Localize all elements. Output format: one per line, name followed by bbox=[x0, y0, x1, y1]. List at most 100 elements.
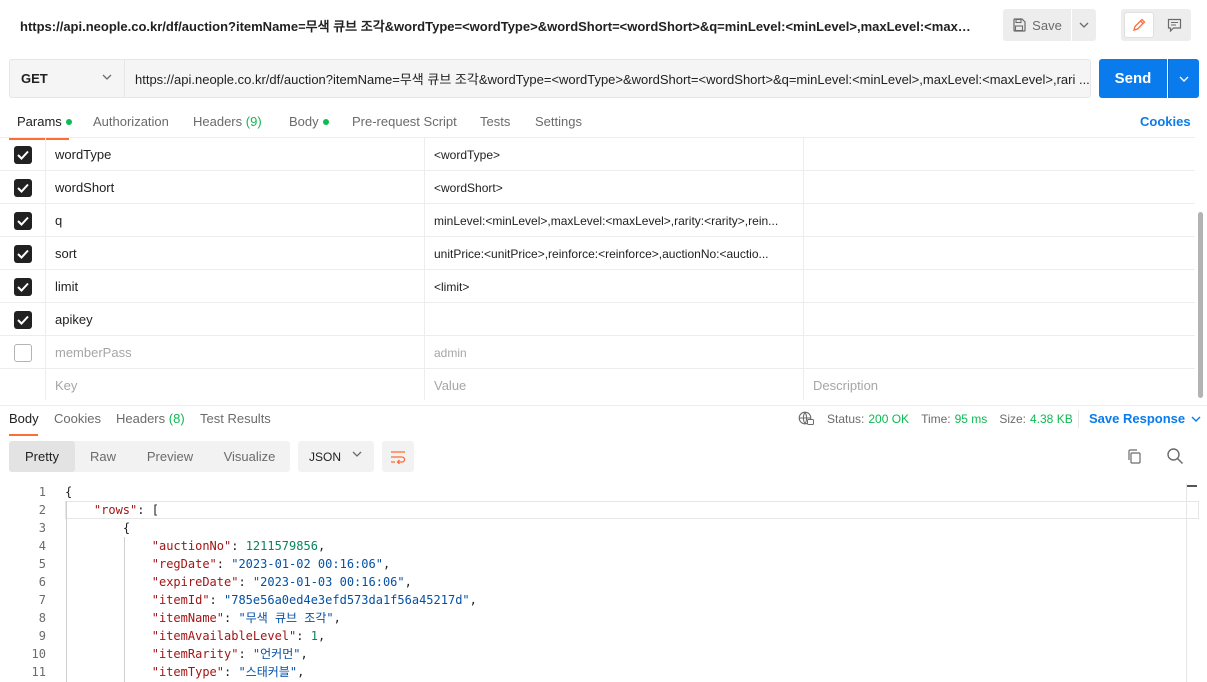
param-description[interactable] bbox=[804, 303, 1195, 336]
param-checkbox[interactable] bbox=[13, 310, 32, 329]
view-mode-toggle bbox=[1121, 9, 1191, 41]
json-string: "스태커블" bbox=[238, 665, 298, 679]
send-button[interactable]: Send bbox=[1099, 59, 1167, 98]
save-options-button[interactable] bbox=[1072, 9, 1096, 41]
comments-button[interactable] bbox=[1159, 12, 1189, 38]
tab-body[interactable]: Body bbox=[289, 114, 329, 129]
param-checkbox[interactable] bbox=[13, 343, 32, 362]
tab-params[interactable]: Params bbox=[17, 114, 72, 129]
globe-icon[interactable] bbox=[798, 411, 815, 426]
param-checkbox[interactable] bbox=[13, 145, 32, 164]
param-row: apikey bbox=[0, 303, 1195, 336]
param-checkbox-cell bbox=[0, 138, 46, 171]
tab-headers[interactable]: Headers (9) bbox=[193, 114, 262, 129]
tab-authorization[interactable]: Authorization bbox=[93, 114, 169, 129]
code-text: "itemAvailableLevel": 1, bbox=[151, 629, 326, 643]
tab-pre-request-script[interactable]: Pre-request Script bbox=[352, 114, 457, 129]
param-row: sort unitPrice:<unitPrice>,reinforce:<rei… bbox=[0, 237, 1195, 270]
wrap-lines-button[interactable] bbox=[382, 441, 414, 472]
param-checkbox-cell bbox=[0, 237, 46, 270]
param-key[interactable]: q bbox=[46, 204, 425, 237]
response-tab-headers[interactable]: Headers (8) bbox=[116, 411, 185, 426]
param-description[interactable] bbox=[804, 204, 1195, 237]
response-tab-cookies[interactable]: Cookies bbox=[54, 411, 101, 426]
code-text: { bbox=[123, 519, 130, 537]
chevron-down-icon bbox=[1191, 416, 1201, 422]
param-value[interactable]: <limit> bbox=[425, 270, 804, 303]
response-body-editor[interactable]: 1{2 "rows": [3{4 "auctionNo": 1211579856, 5… bbox=[0, 483, 1207, 682]
param-value-placeholder[interactable]: Value bbox=[425, 369, 804, 400]
code-line: 6 "expireDate": "2023-01-03 00:16:06", bbox=[0, 573, 1200, 591]
tab-tests[interactable]: Tests bbox=[480, 114, 510, 129]
param-key-placeholder[interactable]: Key bbox=[46, 369, 425, 400]
param-value[interactable] bbox=[425, 303, 804, 336]
save-label: Save bbox=[1032, 17, 1062, 33]
save-button[interactable]: Save bbox=[1003, 9, 1071, 41]
line-number: 7 bbox=[38, 593, 46, 607]
request-tabs: Params Authorization Headers (9) Body Pr… bbox=[0, 110, 1207, 140]
param-key[interactable]: sort bbox=[46, 237, 425, 270]
json-string: "언커먼" bbox=[252, 647, 301, 661]
param-value[interactable]: <wordShort> bbox=[425, 171, 804, 204]
request-title[interactable]: https://api.neople.co.kr/df/auction?item… bbox=[20, 16, 975, 35]
code-punct: , bbox=[404, 575, 412, 589]
view-preview[interactable]: Preview bbox=[131, 441, 209, 472]
size-value[interactable]: 4.38 KB bbox=[1030, 412, 1073, 426]
param-row: wordShort <wordShort> bbox=[0, 171, 1195, 204]
param-key[interactable]: wordType bbox=[46, 138, 425, 171]
param-description[interactable] bbox=[804, 171, 1195, 204]
search-icon[interactable] bbox=[1166, 447, 1184, 465]
param-checkbox[interactable] bbox=[13, 211, 32, 230]
param-checkbox[interactable] bbox=[13, 244, 32, 263]
time-value[interactable]: 95 ms bbox=[955, 412, 988, 426]
send-options-button[interactable] bbox=[1168, 59, 1199, 98]
edit-mode-button[interactable] bbox=[1124, 12, 1154, 38]
param-description[interactable] bbox=[804, 237, 1195, 270]
param-checkbox[interactable] bbox=[13, 178, 32, 197]
view-visualize[interactable]: Visualize bbox=[209, 441, 290, 472]
tab-settings[interactable]: Settings bbox=[535, 114, 582, 129]
code-line: 1{ bbox=[0, 483, 1200, 501]
active-dot bbox=[322, 118, 329, 125]
editor-scrollbar-track bbox=[1186, 483, 1187, 682]
view-raw[interactable]: Raw bbox=[75, 441, 131, 472]
param-key[interactable]: wordShort bbox=[46, 171, 425, 204]
json-key: "itemType" bbox=[151, 665, 224, 679]
param-description-placeholder[interactable]: Description bbox=[804, 369, 1195, 400]
code-line: 4 "auctionNo": 1211579856, bbox=[0, 537, 1200, 555]
param-description[interactable] bbox=[804, 336, 1195, 369]
view-mode-selector: Pretty Raw Preview Visualize bbox=[9, 441, 290, 472]
param-value[interactable]: unitPrice:<unitPrice>,reinforce:<reinfor… bbox=[425, 237, 804, 270]
response-tab-test-results[interactable]: Test Results bbox=[200, 411, 271, 426]
param-description[interactable] bbox=[804, 138, 1195, 171]
save-response-button[interactable]: Save Response bbox=[1089, 411, 1201, 426]
code-punct: { bbox=[122, 521, 131, 535]
title-bar: https://api.neople.co.kr/df/auction?item… bbox=[0, 0, 1207, 50]
code-text: "itemType": "스태커블", bbox=[151, 665, 305, 679]
json-key: "rows" bbox=[93, 503, 138, 517]
param-value[interactable]: minLevel:<minLevel>,maxLevel:<maxLevel>,… bbox=[425, 204, 804, 237]
json-string: "2023-01-02 00:16:06" bbox=[231, 557, 383, 571]
format-select[interactable]: JSON bbox=[298, 441, 374, 472]
status-label: Status: bbox=[827, 411, 865, 426]
param-key[interactable]: memberPass bbox=[46, 336, 425, 369]
params-scrollbar[interactable] bbox=[1198, 212, 1203, 398]
code-text: "regDate": "2023-01-02 00:16:06", bbox=[151, 557, 391, 571]
cookies-link[interactable]: Cookies bbox=[1140, 114, 1191, 129]
response-tab-body[interactable]: Body bbox=[9, 411, 39, 426]
param-key[interactable]: limit bbox=[46, 270, 425, 303]
param-value[interactable]: admin bbox=[425, 336, 804, 369]
tab-label: Params bbox=[17, 114, 62, 129]
param-description[interactable] bbox=[804, 270, 1195, 303]
line-number: 2 bbox=[38, 503, 46, 517]
copy-icon[interactable] bbox=[1126, 448, 1142, 465]
status-value[interactable]: 200 OK bbox=[868, 412, 909, 426]
url-input[interactable]: https://api.neople.co.kr/df/auction?item… bbox=[125, 59, 1091, 98]
json-key: "auctionNo" bbox=[151, 539, 232, 553]
param-checkbox[interactable] bbox=[13, 277, 32, 296]
method-select[interactable]: GET bbox=[9, 59, 125, 98]
pencil-icon bbox=[1133, 18, 1146, 31]
view-pretty[interactable]: Pretty bbox=[9, 441, 75, 472]
param-value[interactable]: <wordType> bbox=[425, 138, 804, 171]
param-key[interactable]: apikey bbox=[46, 303, 425, 336]
